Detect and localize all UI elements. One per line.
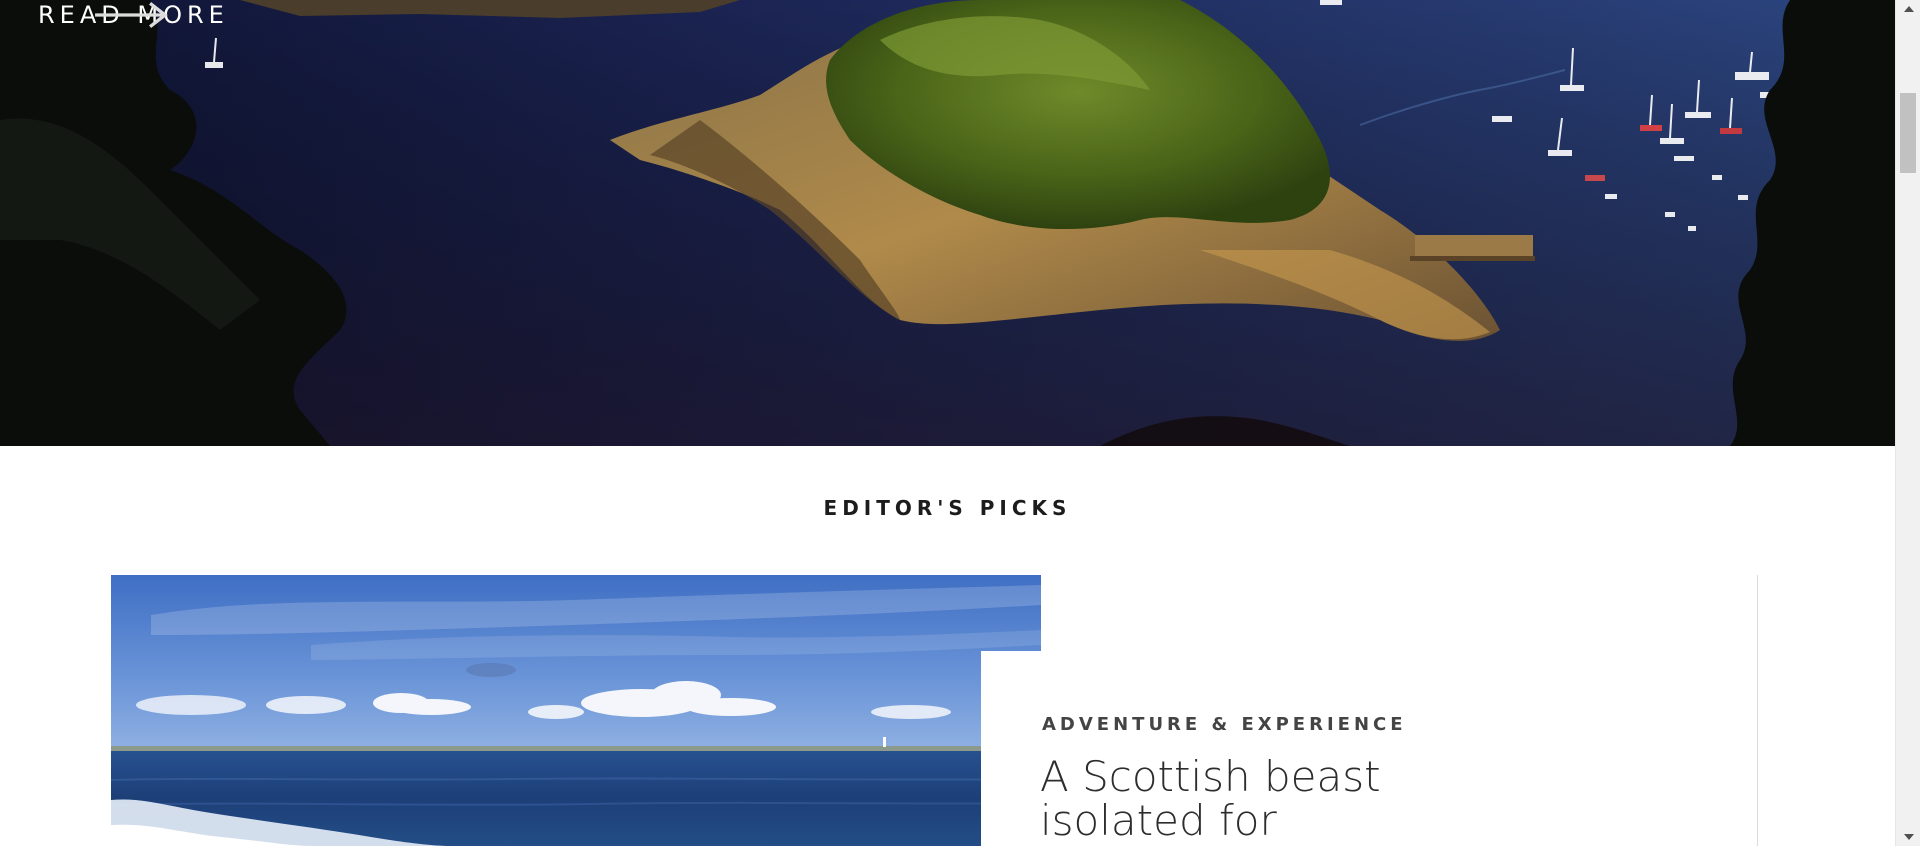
scroll-thumb[interactable] (1900, 93, 1916, 173)
article-title[interactable]: A Scottish beast isolated for (1040, 755, 1440, 843)
featured-article-image[interactable] (111, 575, 1041, 846)
scroll-up-button[interactable] (1896, 0, 1920, 18)
read-more-link[interactable]: READ MORE (38, 0, 229, 30)
page-scrollbar[interactable] (1895, 0, 1920, 846)
triangle-up-icon (1903, 6, 1914, 12)
triangle-down-icon (1903, 834, 1914, 840)
vertical-divider (1757, 575, 1758, 846)
hero-island-photo (0, 0, 1895, 446)
editors-picks-heading: EDITOR'S PICKS (823, 496, 1072, 520)
hero-banner: READ MORE (0, 0, 1895, 446)
scroll-down-button[interactable] (1896, 828, 1920, 846)
arrow-right-icon (95, 2, 168, 28)
article-category[interactable]: ADVENTURE & EXPERIENCE (1042, 714, 1407, 735)
beach-photo (111, 575, 1041, 846)
